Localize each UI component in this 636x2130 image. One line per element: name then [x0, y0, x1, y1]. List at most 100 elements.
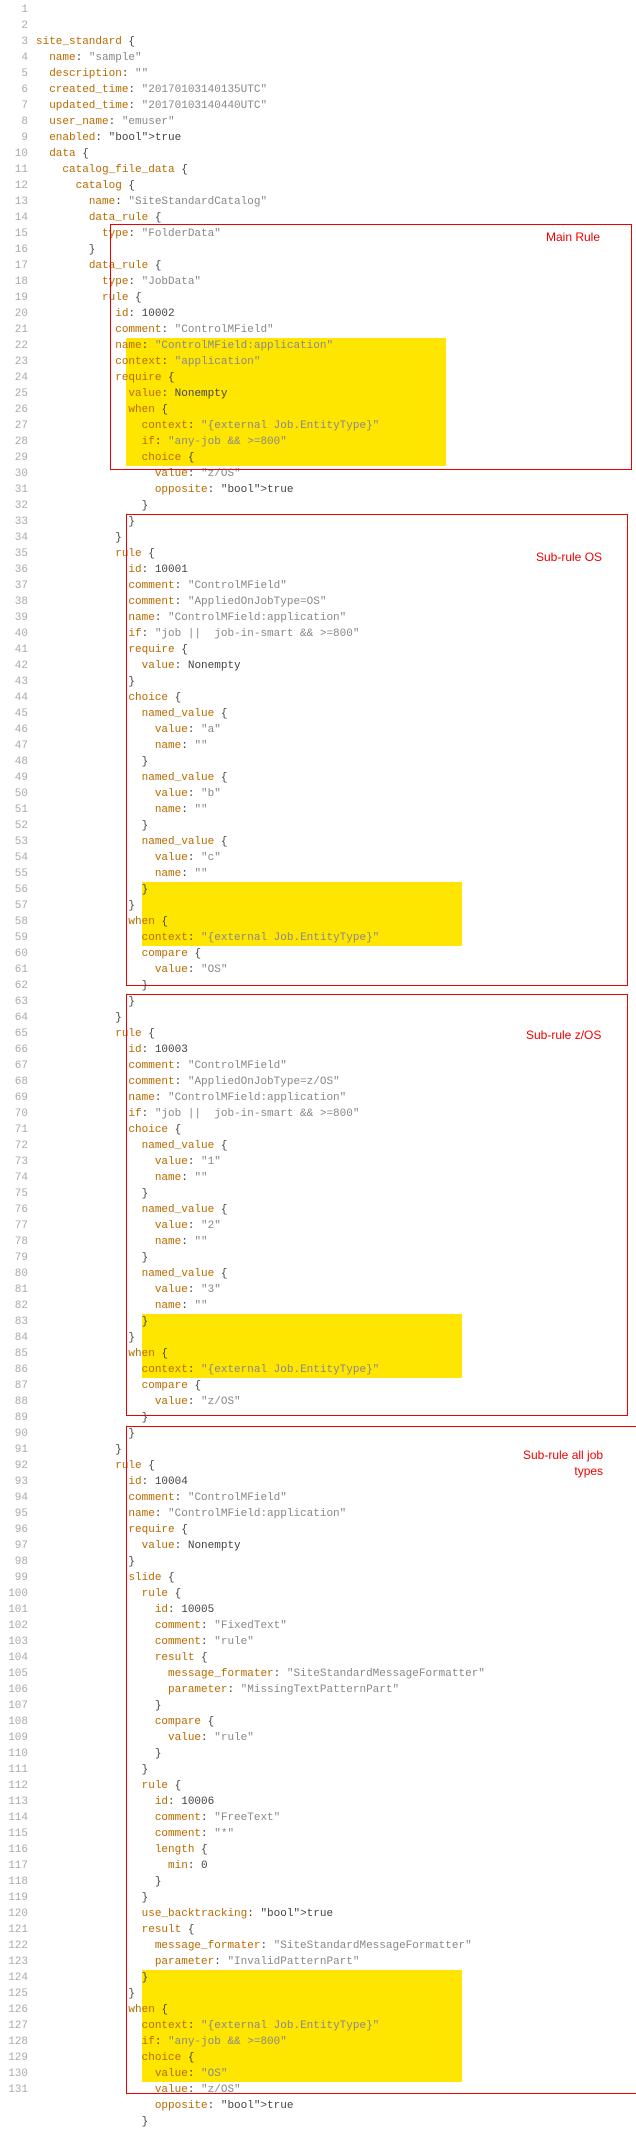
line-number: 81 [0, 1282, 28, 1298]
line-number: 1 [0, 2, 28, 18]
code-line: value: "2" [36, 1218, 636, 1234]
code-line: type: "FolderData" [36, 226, 636, 242]
code-line: value: "OS" [36, 962, 636, 978]
line-number: 39 [0, 610, 28, 626]
line-number: 61 [0, 962, 28, 978]
code-line: updated_time: "20170103140440UTC" [36, 98, 636, 114]
line-number: 92 [0, 1458, 28, 1474]
line-number: 55 [0, 866, 28, 882]
code-line: compare { [36, 1378, 636, 1394]
line-number: 118 [0, 1874, 28, 1890]
code-line: } [36, 674, 636, 690]
code-line: value: "c" [36, 850, 636, 866]
line-number: 25 [0, 386, 28, 402]
line-number: 78 [0, 1234, 28, 1250]
code-line: name: "" [36, 866, 636, 882]
code-line: named_value { [36, 834, 636, 850]
line-number: 20 [0, 306, 28, 322]
line-number: 56 [0, 882, 28, 898]
code-line: named_value { [36, 706, 636, 722]
code-line: description: "" [36, 66, 636, 82]
line-number: 40 [0, 626, 28, 642]
code-line: data_rule { [36, 210, 636, 226]
code-line: site_standard { [36, 34, 636, 50]
line-number: 47 [0, 738, 28, 754]
line-number: 59 [0, 930, 28, 946]
line-number: 82 [0, 1298, 28, 1314]
line-number: 76 [0, 1202, 28, 1218]
line-number: 80 [0, 1266, 28, 1282]
line-number: 19 [0, 290, 28, 306]
line-number: 8 [0, 114, 28, 130]
line-number: 129 [0, 2050, 28, 2066]
code-line: result { [36, 1922, 636, 1938]
code-line: slide { [36, 1570, 636, 1586]
code-line: } [36, 882, 636, 898]
code-line: parameter: "InvalidPatternPart" [36, 1954, 636, 1970]
code-line: comment: "rule" [36, 1634, 636, 1650]
line-number: 26 [0, 402, 28, 418]
line-number: 41 [0, 642, 28, 658]
line-number: 128 [0, 2034, 28, 2050]
line-number: 111 [0, 1762, 28, 1778]
code-line: compare { [36, 946, 636, 962]
line-number: 50 [0, 786, 28, 802]
line-number: 23 [0, 354, 28, 370]
line-number: 36 [0, 562, 28, 578]
code-line: name: "ControlMField:application" [36, 1506, 636, 1522]
line-number: 83 [0, 1314, 28, 1330]
code-line: name: "" [36, 1298, 636, 1314]
line-number: 46 [0, 722, 28, 738]
code-line: } [36, 1426, 636, 1442]
code-line: named_value { [36, 1202, 636, 1218]
line-number: 22 [0, 338, 28, 354]
line-number: 123 [0, 1954, 28, 1970]
line-number: 15 [0, 226, 28, 242]
code-line: named_value { [36, 770, 636, 786]
line-number: 124 [0, 1970, 28, 1986]
code-line: value: "z/OS" [36, 466, 636, 482]
line-number: 48 [0, 754, 28, 770]
code-line: rule { [36, 1778, 636, 1794]
line-number: 58 [0, 914, 28, 930]
code-line: value: Nonempty [36, 1538, 636, 1554]
line-number: 64 [0, 1010, 28, 1026]
code-line: parameter: "MissingTextPatternPart" [36, 1682, 636, 1698]
line-number: 32 [0, 498, 28, 514]
line-number: 49 [0, 770, 28, 786]
line-number: 86 [0, 1362, 28, 1378]
line-number: 108 [0, 1714, 28, 1730]
code-line: type: "JobData" [36, 274, 636, 290]
code-line: name: "" [36, 1170, 636, 1186]
code-line: min: 0 [36, 1858, 636, 1874]
line-number: 21 [0, 322, 28, 338]
code-line: choice { [36, 2050, 636, 2066]
code-line: enabled: "bool">true [36, 130, 636, 146]
line-number: 94 [0, 1490, 28, 1506]
code-line: } [36, 1010, 636, 1026]
line-number: 14 [0, 210, 28, 226]
code-line: } [36, 1410, 636, 1426]
code-line: name: "sample" [36, 50, 636, 66]
line-number: 98 [0, 1554, 28, 1570]
code-line: } [36, 1330, 636, 1346]
code-line: rule { [36, 1458, 636, 1474]
line-number: 42 [0, 658, 28, 674]
line-number: 117 [0, 1858, 28, 1874]
line-number: 60 [0, 946, 28, 962]
code-line: comment: "AppliedOnJobType=OS" [36, 594, 636, 610]
line-number: 87 [0, 1378, 28, 1394]
code-line: context: "application" [36, 354, 636, 370]
line-number: 131 [0, 2082, 28, 2098]
line-number: 38 [0, 594, 28, 610]
code-line: value: "1" [36, 1154, 636, 1170]
code-line: opposite: "bool">true [36, 2098, 636, 2114]
code-line: catalog_file_data { [36, 162, 636, 178]
line-number: 103 [0, 1634, 28, 1650]
line-number: 110 [0, 1746, 28, 1762]
line-number: 101 [0, 1602, 28, 1618]
line-number: 73 [0, 1154, 28, 1170]
line-number: 13 [0, 194, 28, 210]
code-line: choice { [36, 690, 636, 706]
code-line: if: "job || job-in-smart && >=800" [36, 1106, 636, 1122]
